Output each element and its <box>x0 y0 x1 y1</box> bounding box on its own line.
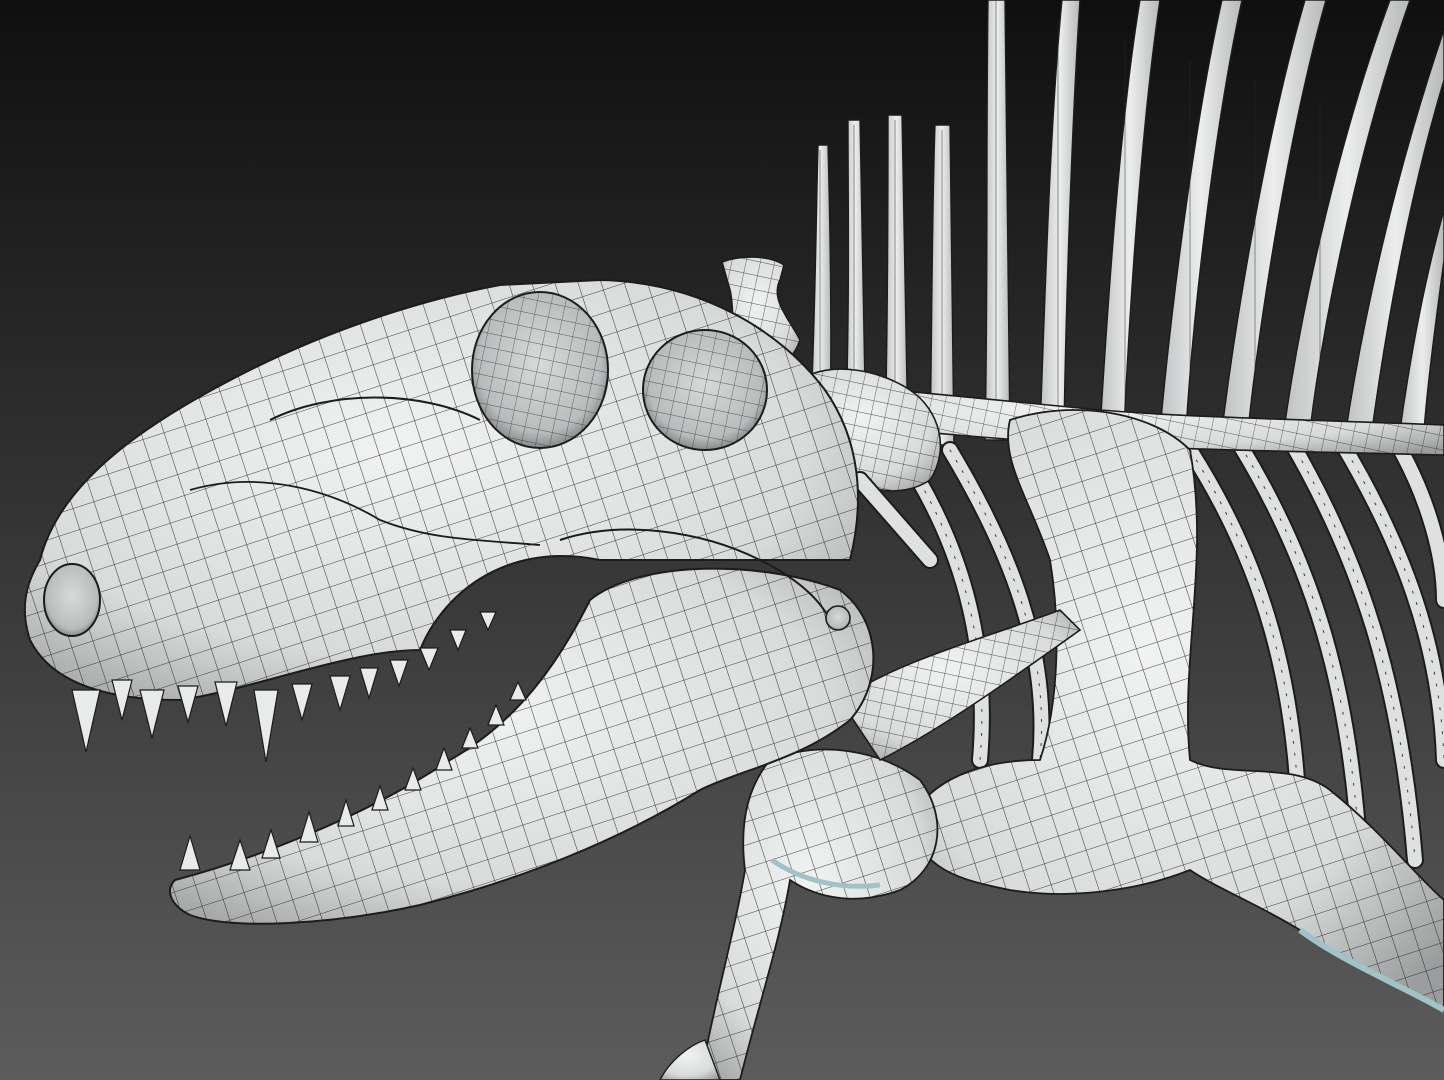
3d-viewport[interactable] <box>0 0 1444 1080</box>
skeleton-render <box>0 0 1444 1080</box>
